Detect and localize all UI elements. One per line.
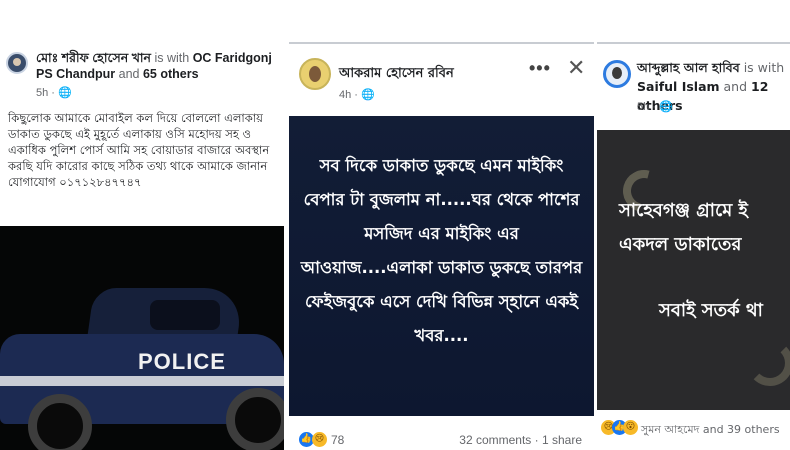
banner-line: সবাই সতর্ক থা bbox=[659, 300, 763, 321]
car-wheel bbox=[28, 394, 92, 450]
banner-line: সাহেবগঞ্জ গ্রামে ই bbox=[619, 200, 748, 221]
author-name[interactable]: মোঃ শরীফ হোসেন খান bbox=[36, 51, 151, 65]
text-banner: সাহেবগঞ্জ গ্রামে ই একদল ডাকাতের সবাই সতর… bbox=[597, 130, 790, 410]
timestamp[interactable]: 4h · bbox=[339, 89, 358, 101]
with-text: is with bbox=[151, 51, 193, 65]
post-card-1: মোঃ শরীফ হোসেন খান is with OC Faridgonj … bbox=[0, 42, 284, 450]
more-options-icon[interactable]: ••• bbox=[529, 58, 551, 79]
post-meta: 5h · 🌐 bbox=[637, 100, 673, 113]
and-text: and bbox=[719, 79, 752, 94]
globe-icon: 🌐 bbox=[659, 101, 673, 113]
car-window bbox=[150, 300, 220, 330]
post-photo[interactable]: POLICE bbox=[0, 226, 284, 450]
post-body: কিছুলোক আমাকে মোবাইল কল দিয়ে বোললো এলাক… bbox=[8, 111, 270, 189]
post-card-2: আকরাম হোসেন রবিন 4h · 🌐 ••• ✕ সব দিকে ডা… bbox=[289, 42, 594, 450]
with-text: is with bbox=[739, 60, 785, 75]
post-card-3: আব্দুল্লাহ আল হাবিব is with Saiful Islam… bbox=[597, 42, 790, 450]
reaction-count[interactable]: 78 bbox=[331, 433, 344, 447]
timestamp[interactable]: 5h · bbox=[637, 101, 656, 113]
globe-icon: 🌐 bbox=[58, 87, 72, 99]
author-name[interactable]: আকরাম হোসেন রবিন bbox=[339, 64, 454, 85]
and-text: and bbox=[115, 67, 143, 81]
close-icon[interactable]: ✕ bbox=[567, 56, 585, 81]
car-wheel bbox=[226, 388, 284, 450]
car-stripe bbox=[0, 376, 284, 386]
banner-line: একদল ডাকাতের bbox=[619, 234, 742, 255]
banner-text: সাহেবগঞ্জ গ্রামে ই একদল ডাকাতের সবাই সতর… bbox=[619, 194, 790, 328]
post-meta: 4h · 🌐 bbox=[339, 88, 375, 101]
avatar[interactable] bbox=[6, 52, 28, 74]
police-label: POLICE bbox=[138, 349, 226, 374]
post-footer: 😢 👍 😮 সুমন আহমেদ and 39 others bbox=[597, 412, 790, 442]
tagged-name[interactable]: Saiful Islam bbox=[637, 79, 720, 94]
post-footer: 👍 😢 78 32 comments · 1 share bbox=[289, 424, 594, 450]
text-banner: সব দিকে ডাকাত ডুকছে এমন মাইকিং বেপার টা … bbox=[289, 116, 594, 416]
wow-reaction-icon[interactable]: 😮 bbox=[623, 420, 638, 435]
reaction-text[interactable]: সুমন আহমেদ and 39 others bbox=[641, 421, 780, 440]
post-meta: 5h · 🌐 bbox=[36, 86, 72, 99]
screenshot-collage: মোঃ শরীফ হোসেন খান is with OC Faridgonj … bbox=[0, 0, 790, 450]
comment-share-stats[interactable]: 32 comments · 1 share bbox=[459, 433, 582, 447]
timestamp[interactable]: 5h · bbox=[36, 87, 55, 99]
avatar[interactable] bbox=[603, 60, 631, 88]
post-author-line: মোঃ শরীফ হোসেন খান is with OC Faridgonj … bbox=[36, 50, 284, 82]
banner-text: সব দিকে ডাকাত ডুকছে এমন মাইকিং বেপার টা … bbox=[300, 156, 583, 345]
sad-reaction-icon[interactable]: 😢 bbox=[312, 432, 327, 447]
others-link[interactable]: 65 others bbox=[143, 67, 199, 81]
swirl-decoration bbox=[747, 340, 790, 386]
globe-icon: 🌐 bbox=[361, 89, 375, 101]
avatar[interactable] bbox=[299, 58, 331, 90]
author-name[interactable]: আব্দুল্লাহ আল হাবিব bbox=[637, 60, 740, 75]
